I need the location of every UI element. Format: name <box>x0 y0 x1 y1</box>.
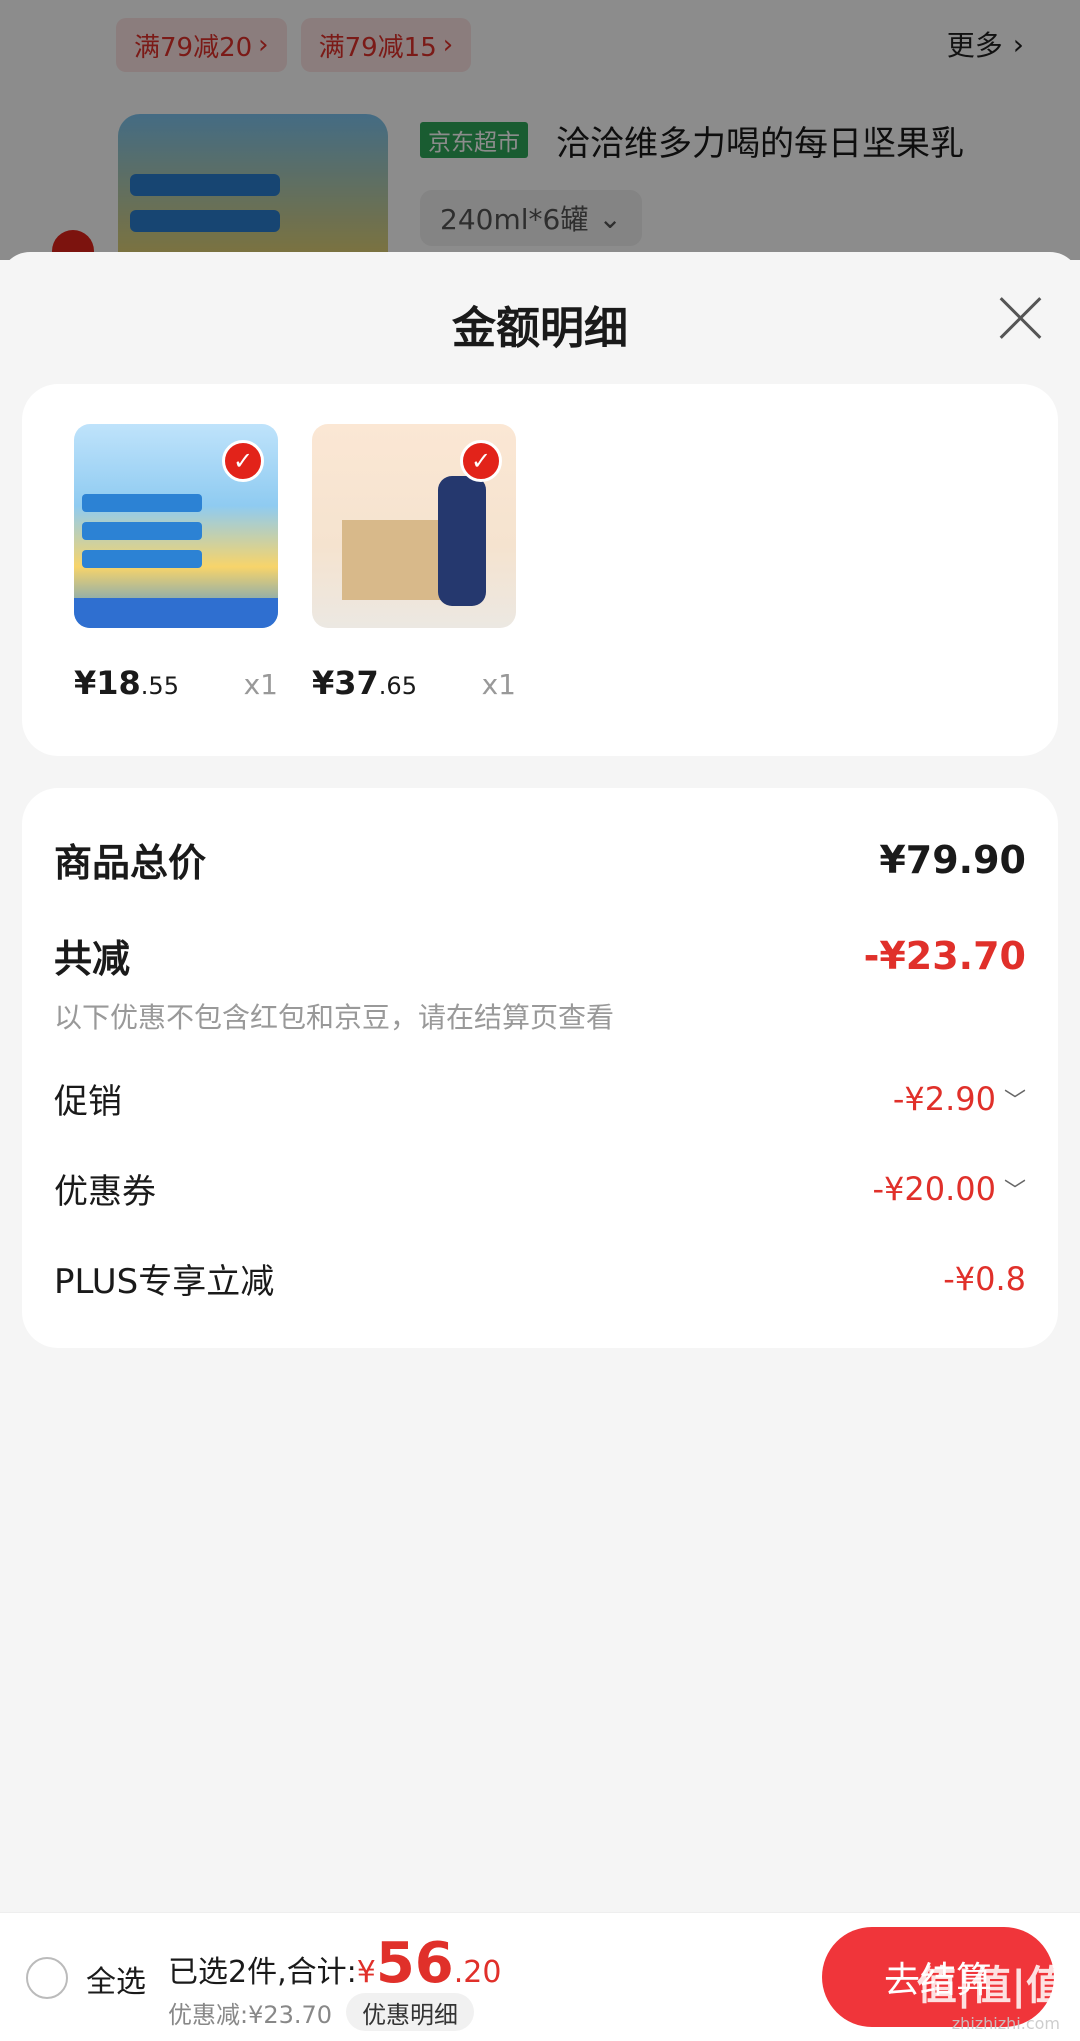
price-dec: .55 <box>140 672 179 700</box>
thumb-bottle <box>438 476 486 606</box>
product-price: ¥18.55 <box>74 664 179 702</box>
discount-label: 优惠券 <box>54 1172 156 1212</box>
total-value: ¥79.90 <box>879 837 1026 882</box>
currency-symbol: ¥ <box>356 1955 376 1990</box>
reduce-row: 共减 -¥23.70 <box>54 928 1026 983</box>
discount-label: PLUS专享立减 <box>54 1262 275 1302</box>
discount-row-coupon[interactable]: 优惠券 -¥20.00 ﹀ <box>54 1164 1026 1213</box>
thumb-band <box>82 494 202 512</box>
discount-line: 优惠减:¥23.70 优惠明细 <box>168 1993 475 2031</box>
discount-value: -¥0.8 <box>943 1259 1026 1298</box>
product-qty: x1 <box>243 668 278 701</box>
discount-label: 促销 <box>54 1082 122 1122</box>
select-all-radio[interactable] <box>26 1957 68 1999</box>
watermark: 值|值|值 <box>916 1963 1066 2009</box>
amount-detail-sheet: 金额明细 ✓ ¥18.55 x1 ✓ ¥37.65 x1 商品总价 ¥79.90… <box>0 252 1080 1912</box>
product-thumbnail: ✓ <box>312 424 516 628</box>
discount-row-plus: PLUS专享立减 -¥0.8 <box>54 1254 1026 1303</box>
selected-product[interactable]: ✓ ¥37.65 x1 <box>312 424 516 702</box>
selected-product[interactable]: ✓ ¥18.55 x1 <box>74 424 278 702</box>
total-amount-int: 56 <box>375 1931 454 1996</box>
dim-overlay[interactable] <box>0 0 1080 260</box>
check-icon: ✓ <box>222 440 264 482</box>
total-amount-dec: .20 <box>453 1955 502 1990</box>
discount-amount: -¥20.00 <box>872 1169 996 1208</box>
thumb-band <box>82 522 202 540</box>
price-line: ¥37.65 x1 <box>312 664 516 702</box>
chevron-down-icon: ﹀ <box>1003 1088 1026 1114</box>
price-int: ¥37 <box>312 664 379 702</box>
thumb-band <box>82 550 202 568</box>
discount-value: -¥2.90 ﹀ <box>893 1080 1026 1118</box>
total-label: 商品总价 <box>54 841 207 885</box>
discount-note: 以下优惠不包含红包和京豆，请在结算页查看 <box>54 1001 615 1034</box>
price-int: ¥18 <box>74 664 141 702</box>
discount-row-promo[interactable]: 促销 -¥2.90 ﹀ <box>54 1074 1026 1123</box>
discount-detail-button[interactable]: 优惠明细 <box>346 1993 475 2031</box>
product-price: ¥37.65 <box>312 664 417 702</box>
summary-card: 商品总价 ¥79.90 共减 -¥23.70 以下优惠不包含红包和京豆，请在结算… <box>22 788 1058 1348</box>
select-all-label[interactable]: 全选 <box>86 1957 146 2001</box>
thumb-box <box>342 520 442 600</box>
check-icon: ✓ <box>460 440 502 482</box>
product-qty: x1 <box>481 668 516 701</box>
price-line: ¥18.55 x1 <box>74 664 278 702</box>
discount-amount: -¥2.90 <box>892 1079 996 1118</box>
close-icon[interactable] <box>996 294 1044 342</box>
checkout-bar: 全选 已选2件,合计: ¥ 56 .20 优惠减:¥23.70 优惠明细 去结算… <box>0 1912 1080 2041</box>
selected-count-label: 已选2件,合计: <box>168 1955 357 1990</box>
product-card: ✓ ¥18.55 x1 ✓ ¥37.65 x1 <box>22 384 1058 756</box>
sheet-title: 金额明细 <box>452 303 628 354</box>
reduce-label: 共减 <box>54 937 131 981</box>
chevron-down-icon: ﹀ <box>1003 1178 1026 1204</box>
reduce-value: -¥23.70 <box>863 933 1026 978</box>
total-row: 商品总价 ¥79.90 <box>54 832 1026 887</box>
discount-value: -¥20.00 ﹀ <box>872 1170 1026 1208</box>
discount-summary: 优惠减:¥23.70 <box>168 2000 333 2029</box>
total-line: 已选2件,合计: ¥ 56 .20 <box>168 1931 501 1996</box>
watermark-url: zhizhizhi.com <box>951 2014 1060 2033</box>
price-dec: .65 <box>378 672 417 700</box>
product-thumbnail: ✓ <box>74 424 278 628</box>
thumb-footer <box>74 598 278 628</box>
